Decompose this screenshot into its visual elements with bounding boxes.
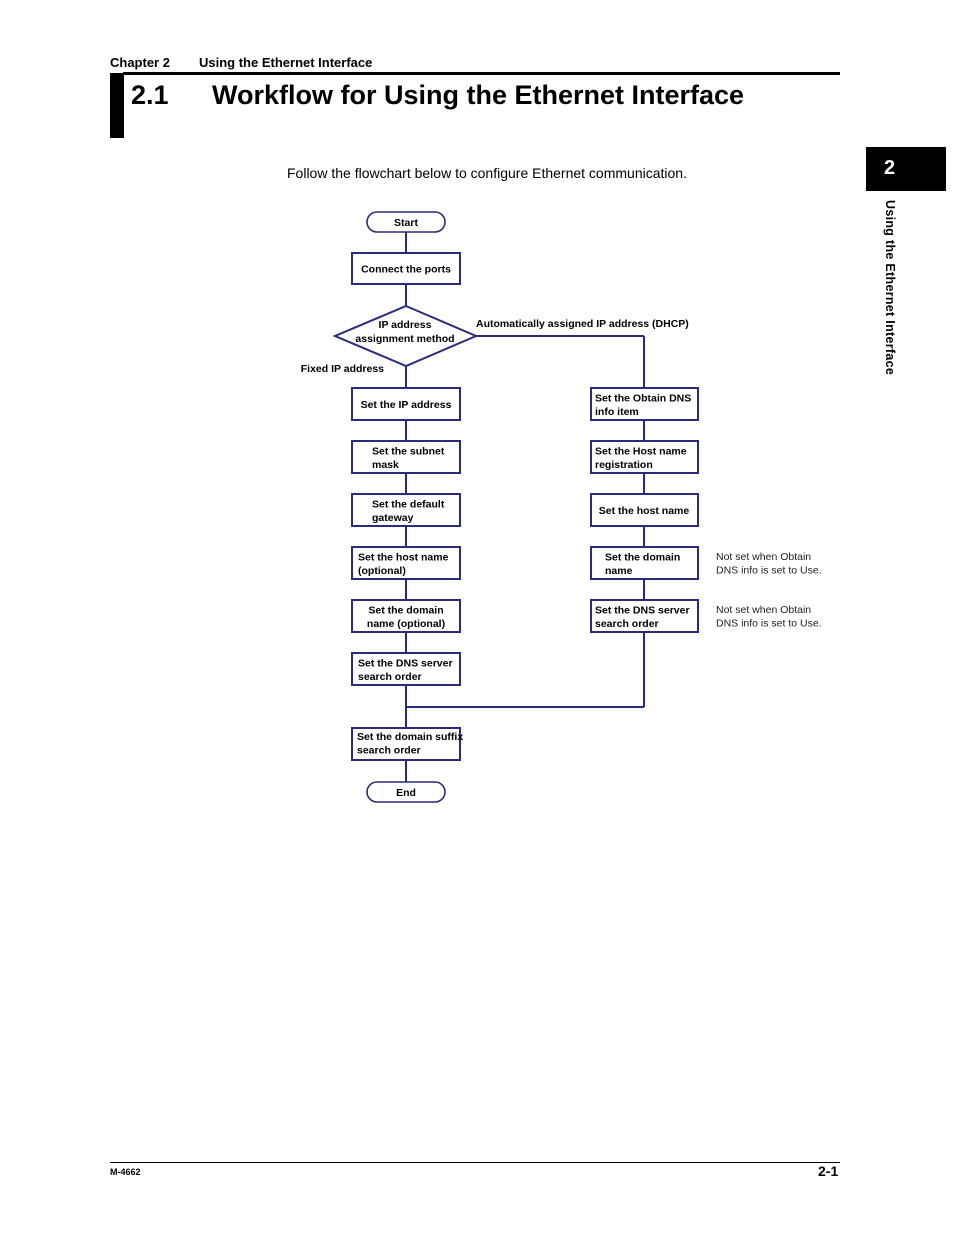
end-terminal-label: End — [396, 787, 416, 799]
step-connect-ports-label: Connect the ports — [361, 264, 451, 276]
left-step-1-label: Set the IP address — [361, 399, 452, 411]
right-step-4-note: Not set when Obtain DNS info is set to Us… — [716, 551, 822, 577]
branch-label-dhcp: Automatically assigned IP address (DHCP) — [476, 318, 689, 330]
ethernet-workflow-flowchart: StartConnect the portsIP address assignme… — [301, 211, 822, 803]
branch-label-fixed: Fixed IP address — [301, 363, 384, 375]
page-number: 2-1 — [818, 1163, 839, 1179]
right-step-3-label: Set the host name — [599, 505, 690, 517]
right-step-5-note: Not set when Obtain DNS info is set to Us… — [716, 604, 822, 630]
footer-rule — [110, 1162, 840, 1163]
left-step-5-label: Set the domain name (optional) — [367, 604, 445, 630]
start-terminal-label: Start — [394, 217, 418, 229]
document-code: M-4662 — [110, 1167, 141, 1177]
